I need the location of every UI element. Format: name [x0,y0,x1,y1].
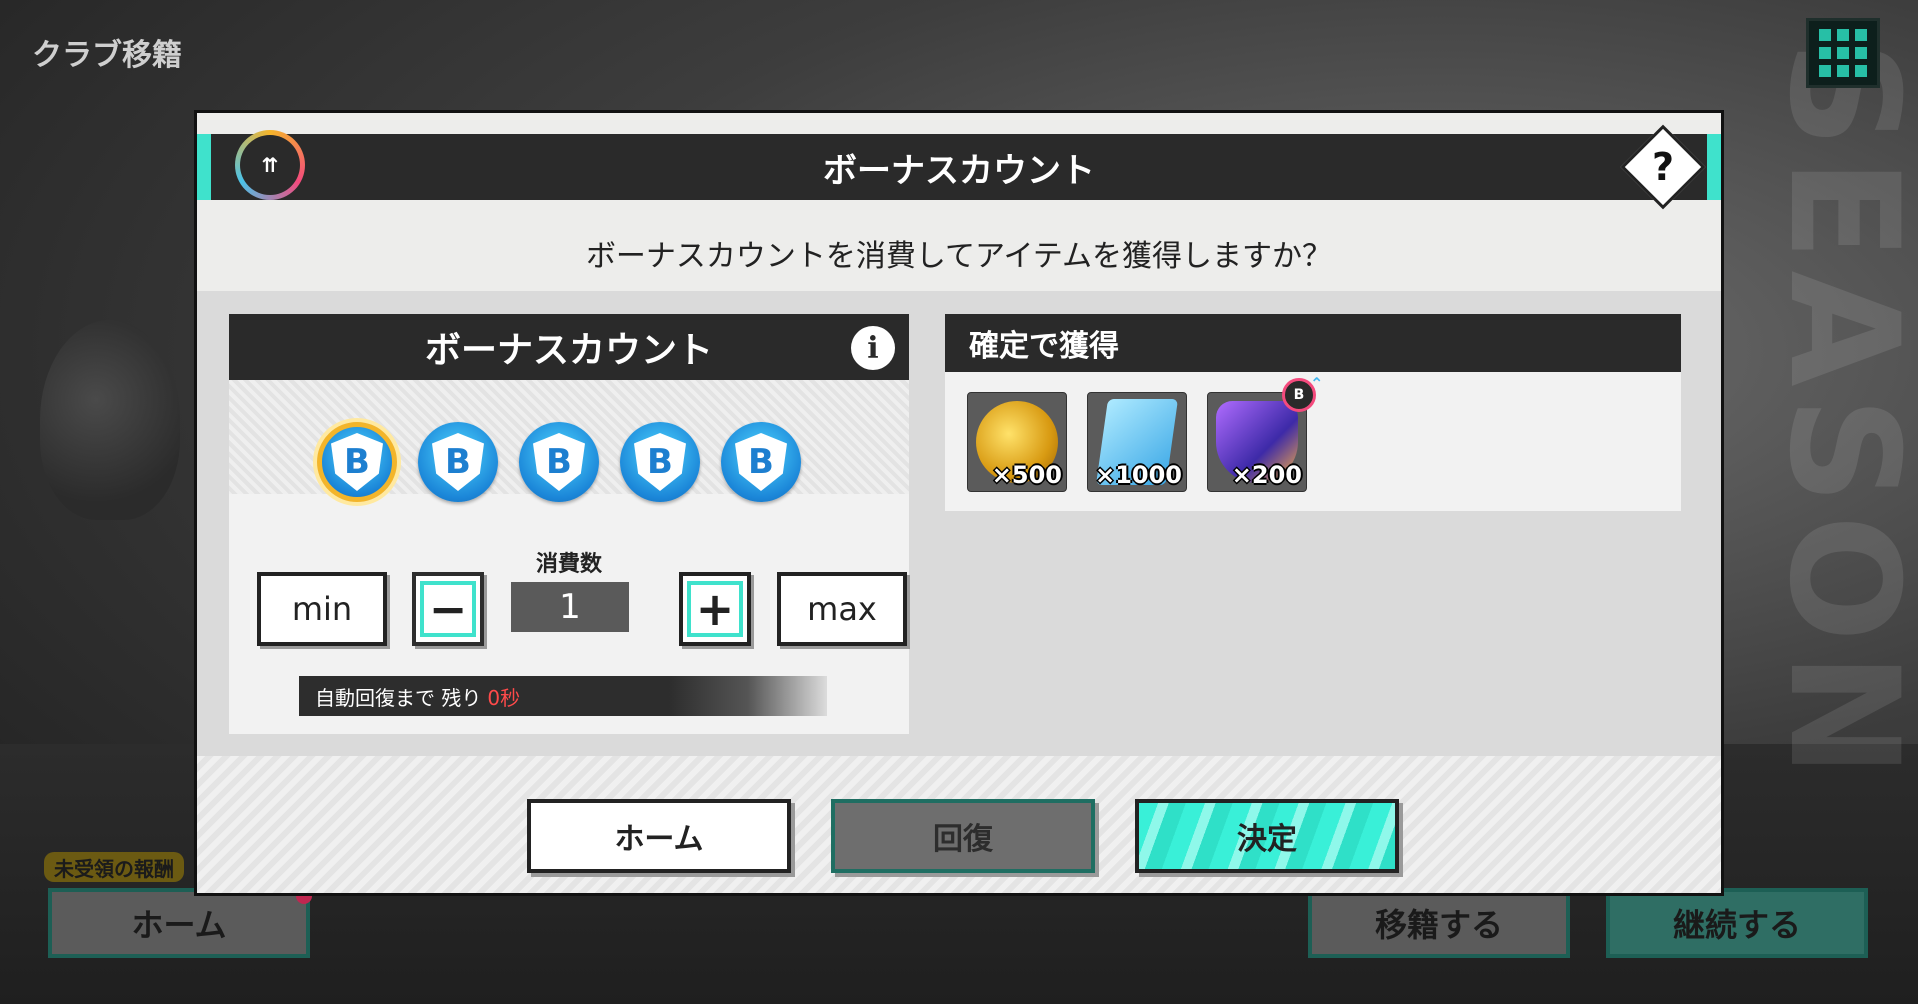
bonus-emblem-icon: ⇈ [235,130,305,200]
reward-count: ×500 [991,461,1062,489]
plus-icon: + [687,581,743,637]
reward-panel-header: 確定で獲得 [945,314,1681,372]
background-plant [40,320,180,520]
quantity-stepper: min − 1 + max [257,572,907,648]
bonus-panel-header: ボーナスカウント i [229,314,909,380]
screen-title: クラブ移籍 [32,38,182,73]
max-button[interactable]: max [777,572,907,646]
background-continue-button: 継続する [1606,888,1868,958]
auto-recovery-timer: 自動回復まで 残り 0秒 [299,676,827,716]
min-button[interactable]: min [257,572,387,646]
bonus-coin-icon: B [418,422,498,502]
reward-item[interactable]: ×500 [967,392,1067,492]
season-watermark: SEASON [1768,40,1918,788]
info-icon[interactable]: i [851,326,895,370]
reward-panel-title: 確定で獲得 [969,329,1119,364]
recovery-label: 自動回復まで 残り [315,685,482,710]
bonus-coin-icon: B [519,422,599,502]
reward-list: ×500 ×1000 ×200 [967,392,1307,492]
bonus-count-dialog: ⇈ ボーナスカウント ? ボーナスカウントを消費してアイテムを獲得しますか？ ボ… [194,110,1724,896]
dialog-footer: ホーム 回復 決定 [197,756,1721,893]
boost-arrow-icon: ⌃ [1310,374,1324,393]
increment-button[interactable]: + [679,572,751,646]
recover-button[interactable]: 回復 [831,799,1095,873]
dialog-header: ⇈ ボーナスカウント ? [197,124,1721,210]
dialog-content: ボーナスカウント i B B B B B 消費数 min − 1 + max 自… [197,291,1721,756]
reward-item[interactable]: ×1000 [1087,392,1187,492]
bonus-count-panel: ボーナスカウント i B B B B B 消費数 min − 1 + max 自… [229,314,909,734]
unclaimed-reward-tag: 未受領の報酬 [44,852,184,882]
background-transfer-button: 移籍する [1308,888,1570,958]
bonus-coin-icon: B [620,422,700,502]
recovery-time: 0秒 [487,685,521,710]
confirm-button[interactable]: 決定 [1135,799,1399,873]
confirmation-question: ボーナスカウントを消費してアイテムを獲得しますか？ [585,239,1333,274]
bonus-coin-icon: B [721,422,801,502]
background-home-button: ホーム [48,888,310,958]
dialog-title: ボーナスカウント [823,150,1095,191]
guaranteed-reward-panel: 確定で獲得 ×500 ×1000 ×200 [945,314,1681,511]
bonus-panel-title: ボーナスカウント [424,330,713,371]
reward-count: ×1000 [1095,461,1182,489]
minus-icon: − [420,581,476,637]
bonus-coin-icon: B [317,422,397,502]
home-button[interactable]: ホーム [527,799,791,873]
reward-count: ×200 [1231,461,1302,489]
quantity-value: 1 [511,582,629,632]
decrement-button[interactable]: − [412,572,484,646]
help-icon[interactable]: ? [1620,124,1706,210]
menu-grid-icon[interactable] [1806,18,1880,88]
bonus-coin-row: B B B B B [317,422,801,502]
